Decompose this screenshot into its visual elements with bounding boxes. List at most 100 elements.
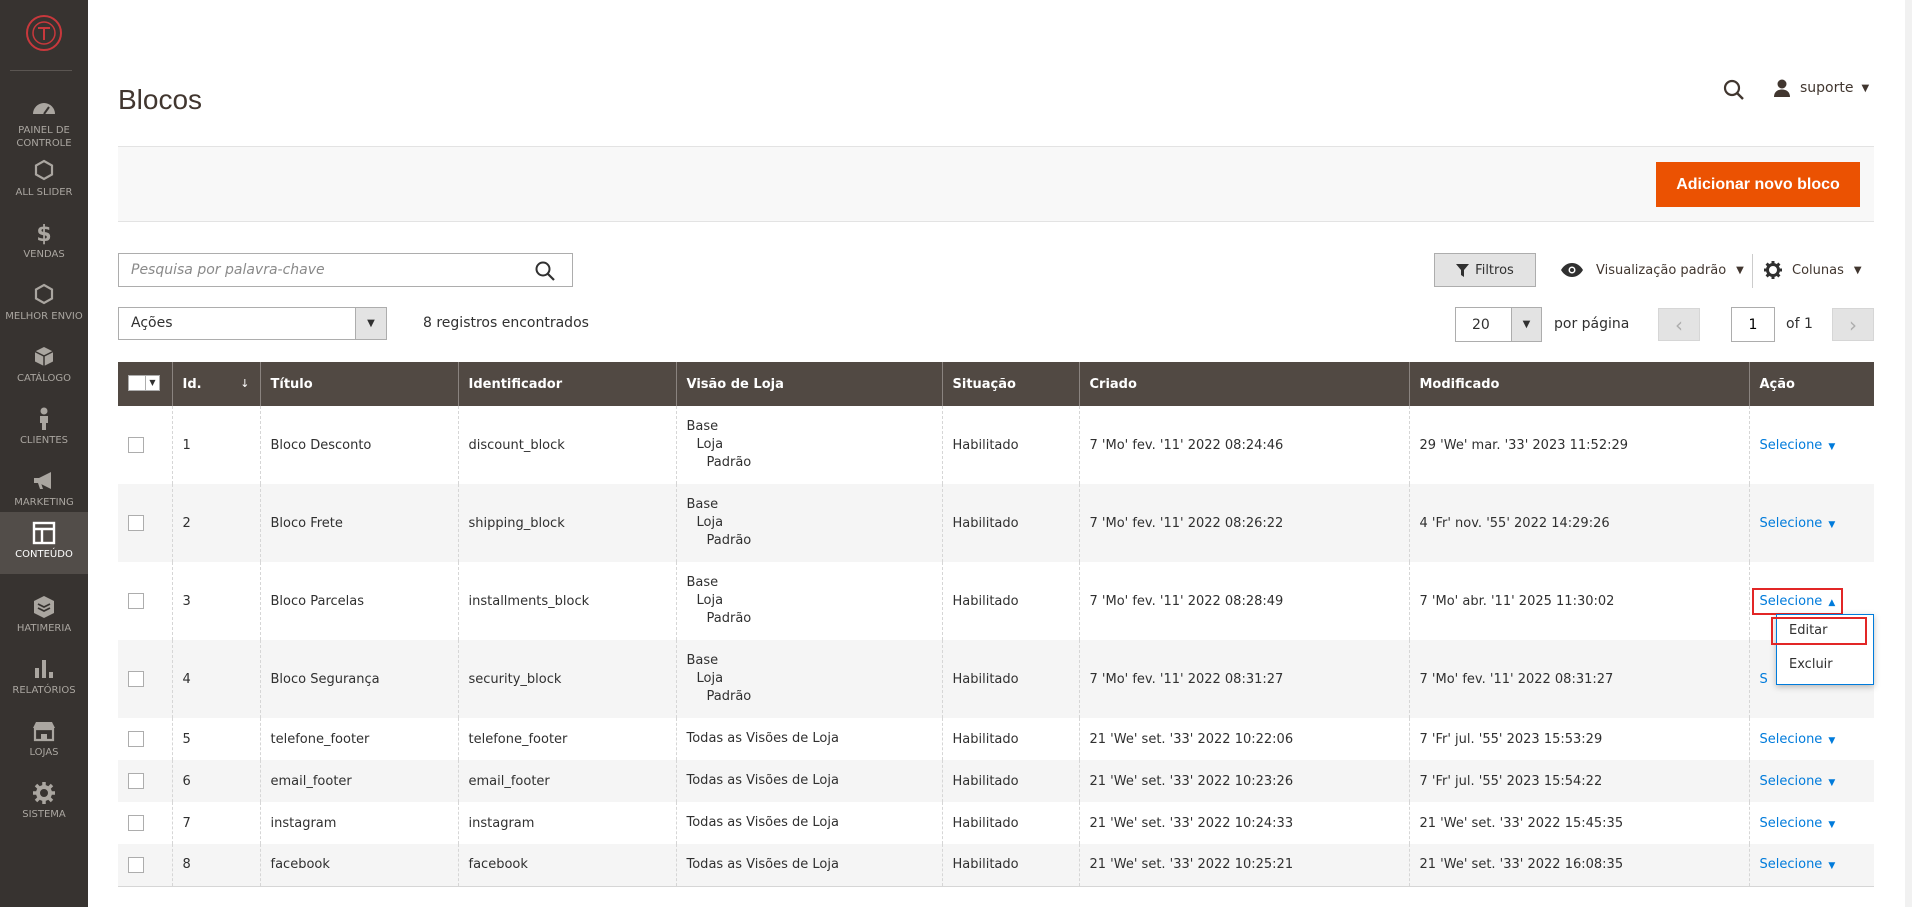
sidebar-item-relatórios[interactable]: RELATÓRIOS: [0, 648, 88, 710]
table-row[interactable]: 2 Bloco Frete shipping_block Base Loja Padrão…: [118, 484, 1874, 562]
page-scrollbar[interactable]: [1905, 0, 1912, 907]
cell-id: 1: [171, 406, 260, 484]
caret-down-icon: ▼: [1828, 861, 1836, 872]
cell-status: Habilitado: [941, 640, 1079, 718]
table-row[interactable]: 8 facebook facebook Todas as Visões de Loja…: [118, 844, 1874, 887]
gear-icon: [31, 780, 57, 806]
mass-select-header: ▼: [118, 362, 172, 406]
user-icon: [1774, 79, 1790, 97]
store-view-line: Loja: [696, 593, 724, 608]
view-selector[interactable]: Visualização padrão ▼: [1560, 258, 1744, 282]
sidebar-item-conteúdo[interactable]: CONTEÚDO: [0, 512, 88, 574]
row-checkbox[interactable]: [128, 731, 144, 747]
column-header-id[interactable]: Id. ↓: [171, 362, 260, 406]
row-action-select[interactable]: Selecione ▼: [1760, 857, 1836, 872]
cell-status: Habilitado: [941, 760, 1079, 802]
table-row[interactable]: 5 telefone_footer telefone_footer Todas as …: [118, 718, 1874, 760]
global-search-icon[interactable]: [1722, 78, 1746, 102]
sidebar-item-clientes[interactable]: CLIENTES: [0, 398, 88, 460]
row-checkbox[interactable]: [128, 593, 144, 609]
row-action-select[interactable]: Selecione ▼: [1760, 732, 1836, 747]
cell-id: 7: [171, 802, 260, 844]
mass-actions-select[interactable]: Ações ▼: [118, 307, 387, 340]
table-row[interactable]: 7 instagram instagram Todas as Visões de Lo…: [118, 802, 1874, 844]
sidebar-item-sistema[interactable]: SISTEMA: [0, 772, 88, 834]
sidebar-item-vendas[interactable]: $ VENDAS: [0, 212, 88, 274]
user-menu[interactable]: suporte ▼: [1772, 76, 1869, 100]
column-header-identifier[interactable]: Identificador: [457, 362, 676, 406]
row-action-select[interactable]: Selecione ▼: [1760, 774, 1836, 789]
cell-status: Habilitado: [941, 484, 1079, 562]
action-edit[interactable]: Editar: [1771, 617, 1867, 645]
box-icon: [31, 344, 57, 370]
table-row[interactable]: 4 Bloco Segurança security_block Base Loja Pa…: [118, 640, 1874, 718]
row-action-select[interactable]: Selecione ▼: [1760, 516, 1836, 531]
cell-created: 7 'Mo' fev. '11' 2022 08:28:49: [1078, 562, 1409, 640]
cell-identifier: shipping_block: [457, 484, 676, 562]
sidebar-item-all-slider[interactable]: ALL SLIDER: [0, 150, 88, 212]
row-checkbox[interactable]: [128, 773, 144, 789]
row-action-select[interactable]: S: [1760, 672, 1768, 687]
logo-icon[interactable]: [25, 14, 63, 52]
row-checkbox[interactable]: [128, 437, 144, 453]
row-checkbox[interactable]: [128, 671, 144, 687]
cell-modified: 21 'We' set. '33' 2022 15:45:35: [1408, 802, 1749, 844]
row-checkbox[interactable]: [128, 815, 144, 831]
cell-id: 2: [171, 484, 260, 562]
cell-identifier: installments_block: [457, 562, 676, 640]
mass-select-checkbox[interactable]: ▼: [128, 374, 160, 391]
current-page-input[interactable]: [1731, 307, 1775, 342]
row-checkbox[interactable]: [128, 515, 144, 531]
column-header-title[interactable]: Título: [259, 362, 458, 406]
keyword-search-input[interactable]: [119, 254, 519, 286]
cell-identifier: instagram: [457, 802, 676, 844]
sidebar-item-melhor-envio[interactable]: MELHOR ENVIO: [0, 274, 88, 336]
search-icon[interactable]: [534, 260, 556, 282]
table-row[interactable]: 1 Bloco Desconto discount_block Base Loja Pad…: [118, 406, 1874, 484]
row-action-dropdown: Editar Excluir: [1771, 614, 1874, 685]
table-row[interactable]: 3 Bloco Parcelas installments_block Base Loj…: [118, 562, 1874, 640]
cell-title: Bloco Frete: [259, 484, 458, 562]
page-size-select[interactable]: 20 ▼: [1455, 307, 1542, 342]
next-page-button[interactable]: ›: [1832, 308, 1874, 341]
add-new-block-button[interactable]: Adicionar novo bloco: [1656, 162, 1860, 207]
sidebar-item-label: CATÁLOGO: [17, 373, 71, 384]
column-header-created[interactable]: Criado: [1078, 362, 1409, 406]
row-checkbox[interactable]: [128, 856, 144, 873]
cell-status: Habilitado: [941, 406, 1079, 484]
row-action-label: Selecione: [1759, 773, 1823, 789]
store-view-line: Todas as Visões de Loja: [686, 815, 839, 830]
cell-store-view: Base Loja Padrão: [675, 484, 942, 562]
sidebar-item-painel-de-controle[interactable]: PAINEL DE CONTROLE: [0, 88, 88, 150]
row-select-cell: [118, 640, 172, 718]
module-icon: [31, 594, 57, 620]
row-action-select[interactable]: Selecione ▼: [1760, 438, 1836, 453]
column-header-status[interactable]: Situação: [941, 362, 1079, 406]
row-action-select[interactable]: Selecione ▲: [1751, 587, 1844, 615]
table-row[interactable]: 6 email_footer email_footer Todas as Visões…: [118, 760, 1874, 802]
action-delete[interactable]: Excluir: [1789, 657, 1833, 672]
columns-selector[interactable]: Colunas ▼: [1764, 258, 1862, 282]
sidebar-item-lojas[interactable]: LOJAS: [0, 710, 88, 772]
logo-divider: [10, 70, 72, 71]
column-header-store-view[interactable]: Visão de Loja: [675, 362, 942, 406]
column-header-action: Ação: [1748, 362, 1874, 406]
cell-store-view: Todas as Visões de Loja: [675, 718, 942, 760]
sidebar-item-hatimeria[interactable]: HATIMERIA: [0, 586, 88, 648]
cell-store-view: Todas as Visões de Loja: [675, 760, 942, 802]
records-found: 8 registros encontrados: [423, 315, 589, 331]
dashboard-icon: [31, 96, 57, 122]
filters-button[interactable]: Filtros: [1434, 253, 1536, 287]
column-header-modified[interactable]: Modificado: [1408, 362, 1749, 406]
sidebar-item-catálogo[interactable]: CATÁLOGO: [0, 336, 88, 398]
caret-down-icon: ▼: [1828, 819, 1836, 830]
cell-id: 8: [171, 844, 260, 887]
columns-label: Colunas: [1792, 262, 1844, 278]
caret-down-icon: ▼: [1828, 777, 1836, 788]
row-action-select[interactable]: Selecione ▼: [1760, 816, 1836, 831]
store-view-line: Base: [686, 575, 719, 590]
gear-icon: [1764, 261, 1782, 279]
previous-page-button[interactable]: ‹: [1658, 308, 1700, 341]
cell-identifier: telefone_footer: [457, 718, 676, 760]
cell-id: 6: [171, 760, 260, 802]
